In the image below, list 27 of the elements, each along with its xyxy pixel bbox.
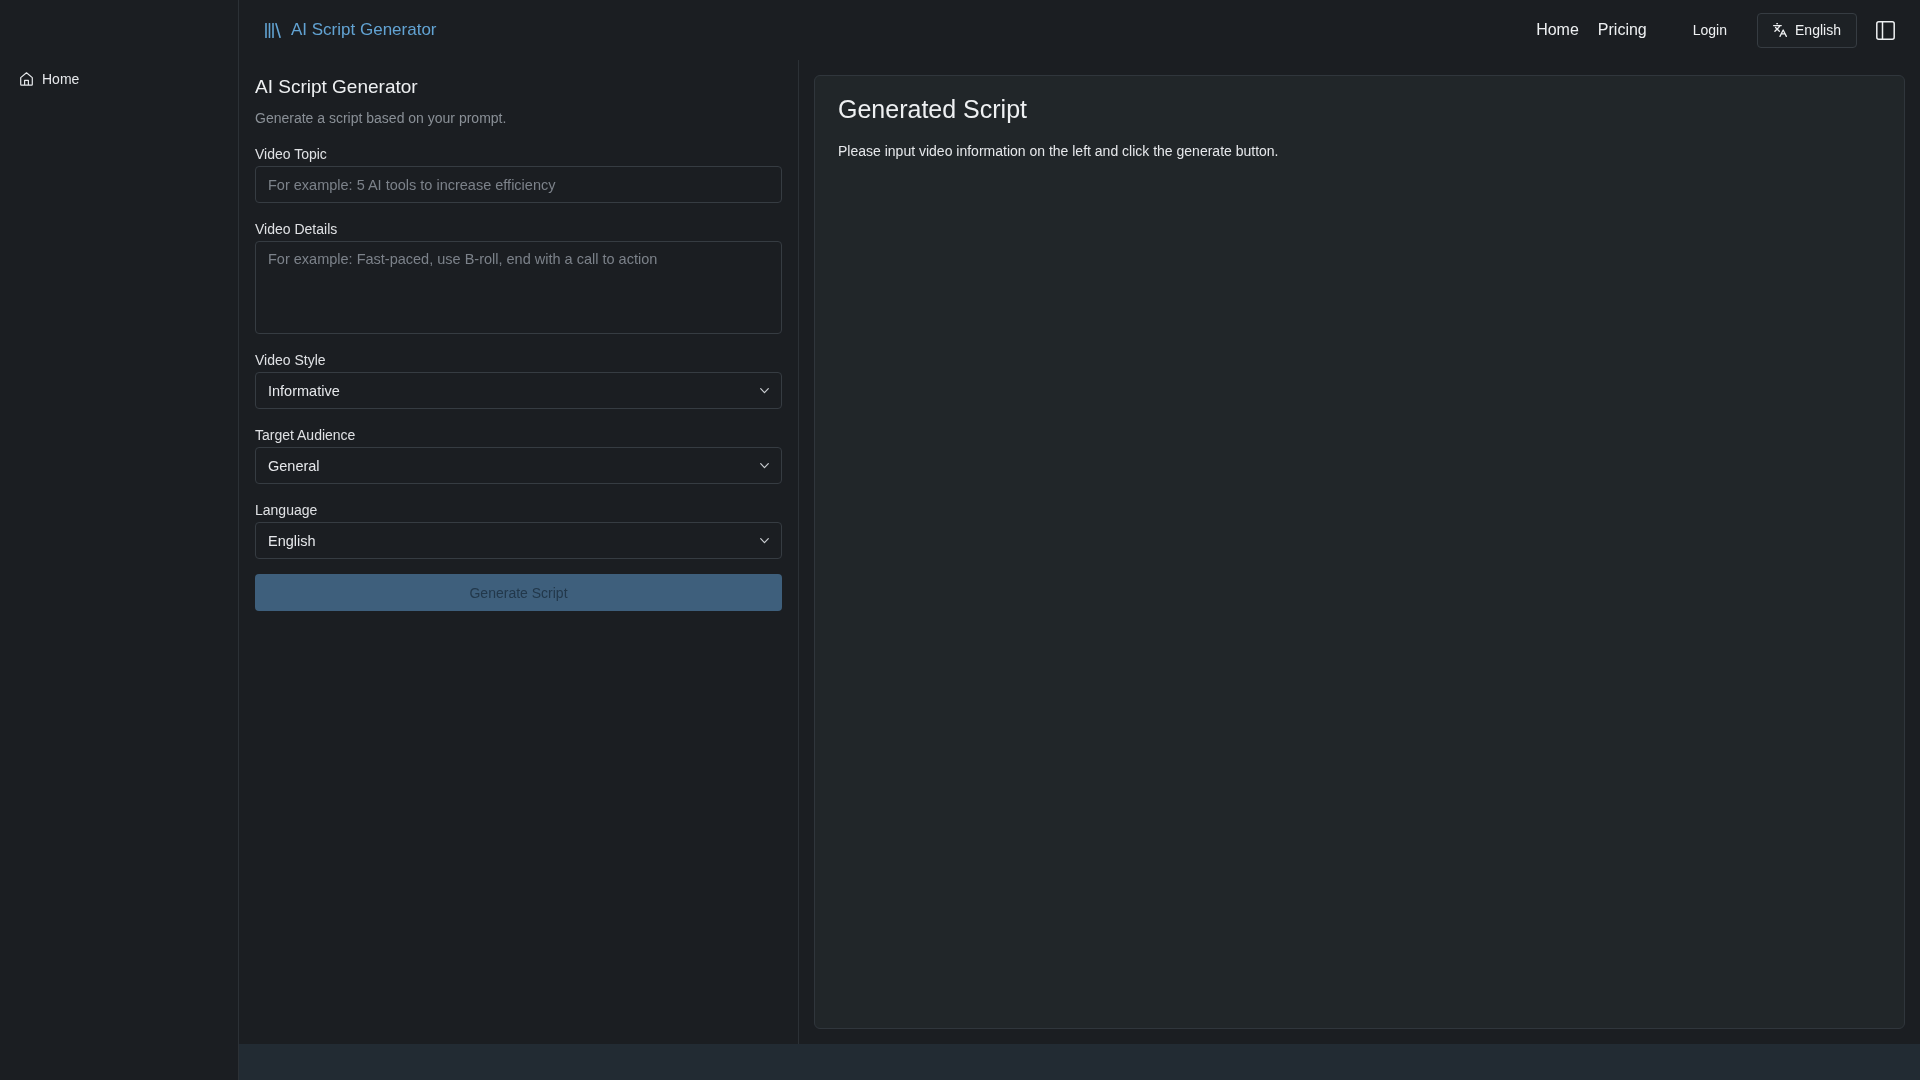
language-button[interactable]: English (1757, 12, 1857, 48)
textarea-field[interactable]: For example: Fast-paced, use B-roll, end with a call to action (255, 241, 782, 334)
field-label: Video Topic (255, 145, 328, 164)
nav-link[interactable]: Pricing (1597, 21, 1647, 39)
translate-icon (1773, 23, 1788, 37)
field-label: Target Audience (255, 426, 357, 445)
output-title: Generated Script (838, 94, 1028, 125)
sidebar-toggle-icon[interactable] (1876, 20, 1895, 40)
select-field[interactable]: Informative (255, 372, 782, 409)
nav-link[interactable]: Home (1536, 21, 1579, 39)
select-field[interactable]: General (255, 447, 782, 484)
home-icon (20, 72, 33, 86)
select-field[interactable]: English (255, 522, 782, 559)
library-icon (265, 22, 281, 38)
field-label: Video Style (255, 351, 327, 370)
field-label: Video Details (255, 220, 339, 239)
sidebar-item[interactable]: Home (12, 66, 88, 92)
chevron-down-icon (760, 462, 769, 469)
input-field[interactable]: For example: 5 AI tools to increase efficiency (255, 166, 782, 203)
chevron-down-icon (760, 387, 769, 394)
form-subtitle: Generate a script based on your prompt. (255, 109, 508, 128)
field-label: Language (255, 501, 319, 520)
chevron-down-icon (760, 537, 769, 544)
output-message: Please input video information on the left and click the generate button. (838, 142, 1280, 161)
form-title: AI Script Generator (255, 75, 419, 99)
app-title: AI Script Generator (291, 20, 437, 40)
login-link[interactable]: Login (1692, 22, 1727, 38)
